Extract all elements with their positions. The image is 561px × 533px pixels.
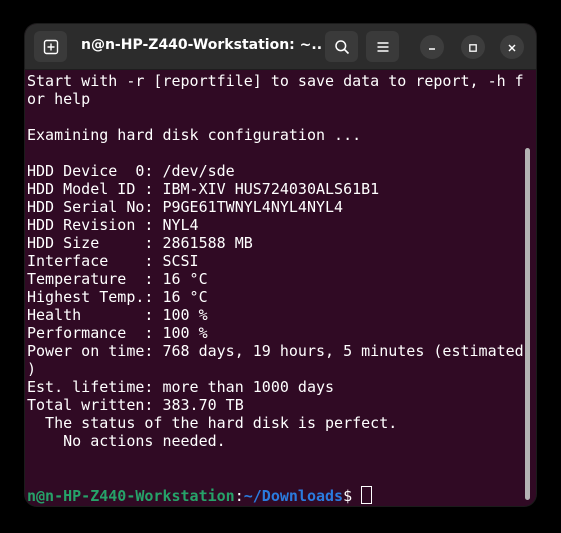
search-icon [334,39,350,55]
prompt-separator: : [234,487,244,505]
terminal-line: Health : 100 % [27,306,208,324]
terminal-line: The status of the hard disk is perfect. [27,414,398,432]
terminal-line: Performance : 100 % [27,324,208,342]
titlebar: n@n-HP-Z440-Workstation: ~... [25,24,536,70]
terminal-line: HDD Size : 2861588 MB [27,234,253,252]
terminal-line: HDD Revision : NYL4 [27,216,199,234]
terminal-line: HDD Device 0: /dev/sde [27,162,235,180]
prompt-user-host: n@n-HP-Z440-Workstation [27,487,235,505]
minimize-icon [427,38,437,57]
terminal-line: Interface : SCSI [27,252,199,270]
shell-prompt[interactable]: n@n-HP-Z440-Workstation:~/Downloads$ [27,486,523,505]
terminal-line: Total written: 383.70 TB [27,396,244,414]
terminal-line: ) [27,360,37,378]
search-button[interactable] [325,31,358,62]
hamburger-menu-icon [375,39,391,55]
prompt-symbol: $ [343,487,362,505]
terminal-output[interactable]: Start with -r [reportfile] to save data … [27,72,524,505]
new-tab-icon [43,39,59,55]
close-icon [507,38,517,57]
minimize-button[interactable] [420,35,444,59]
terminal-line: or help [27,90,91,108]
close-button[interactable] [500,35,524,59]
maximize-button[interactable] [461,35,485,59]
new-tab-button[interactable] [34,31,67,62]
prompt-path: ~/Downloads [243,487,344,505]
maximize-icon [468,38,478,57]
terminal-line: Temperature : 16 °C [27,270,208,288]
terminal-line: HDD Model ID : IBM-XIV HUS724030ALS61B1 [27,180,380,198]
menu-button[interactable] [366,31,399,62]
terminal-line: No actions needed. [27,432,226,450]
terminal-line: Start with -r [reportfile] to save data … [27,72,524,90]
text-cursor [361,486,373,504]
terminal-window: n@n-HP-Z440-Workstation: ~... Start with… [25,24,536,506]
terminal-line: Examining hard disk configuration ... [27,126,362,144]
terminal-line: Power on time: 768 days, 19 hours, 5 min… [27,342,524,360]
terminal-line: Highest Temp.: 16 °C [27,288,208,306]
scrollbar[interactable] [525,148,530,500]
terminal-line: Est. lifetime: more than 1000 days [27,378,335,396]
window-title: n@n-HP-Z440-Workstation: ~... [81,37,321,53]
terminal-line: HDD Serial No: P9GE61TWNYL4NYL4NYL4 [27,198,344,216]
